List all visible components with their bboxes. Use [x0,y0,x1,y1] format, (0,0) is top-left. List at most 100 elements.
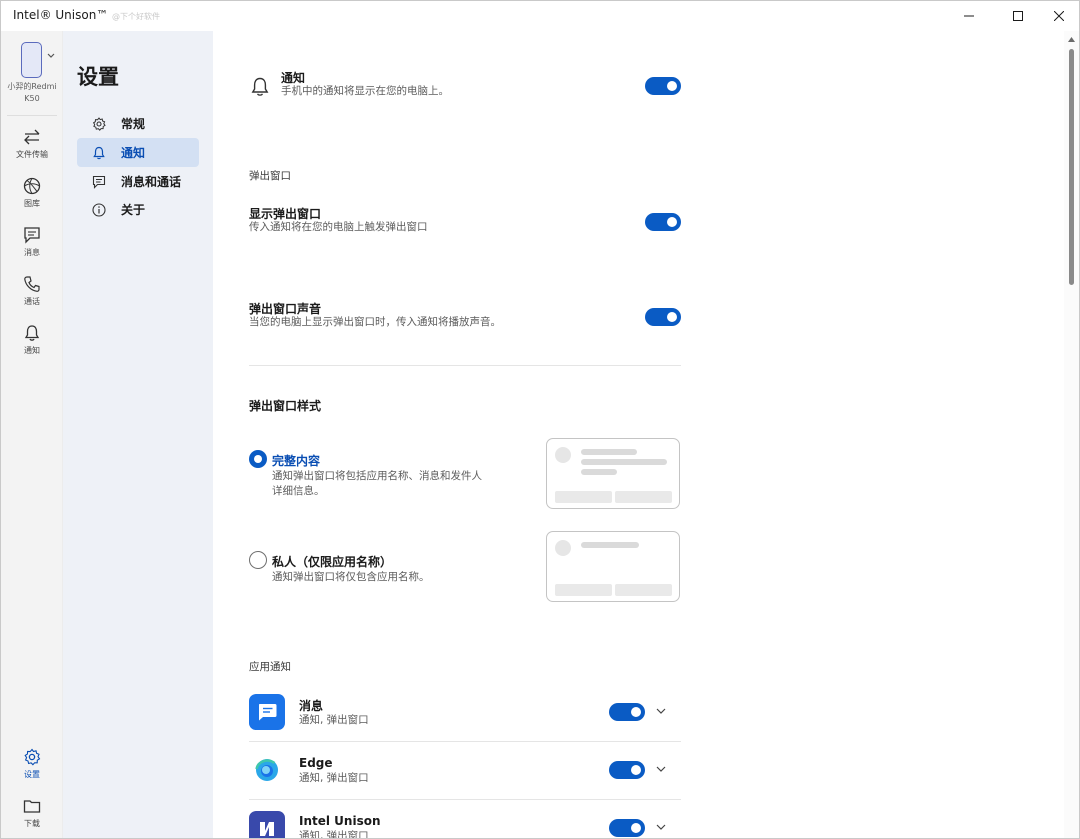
rail-label: 文件传输 [16,150,48,159]
maximize-icon [1013,11,1023,21]
preview-button [555,584,612,596]
rail-label: 通话 [24,297,40,306]
preview-button [615,491,672,503]
nav-item-label: 通知 [121,146,146,160]
minimize-icon [964,15,974,17]
bell-icon [24,325,40,341]
private-desc: 通知弹出窗口将仅包含应用名称。 [272,571,430,583]
rail-label: 下载 [24,819,40,828]
rail-item-transfer[interactable]: 文件传输 [1,128,63,174]
phone-icon [21,42,42,78]
preview-line [581,542,639,548]
app-desc: 通知, 弹出窗口 [299,830,369,839]
preview-line [581,459,667,465]
rail-label: 消息 [24,248,40,257]
app-desc: 通知, 弹出窗口 [299,714,369,726]
chevron-down-icon[interactable] [656,824,666,831]
rail-item-settings[interactable]: 设置 [1,748,63,794]
page-title: 设置 [77,65,119,89]
popup-sound-toggle[interactable] [645,308,681,326]
preview-avatar [555,540,571,556]
rail-item-messages[interactable]: 消息 [1,226,63,272]
popup-section-label: 弹出窗口 [249,170,291,182]
messages-app-icon [249,694,285,730]
section-divider [249,365,681,366]
preview-button [615,584,672,596]
app-divider [249,799,681,800]
private-preview [546,531,680,602]
show-popup-toggle[interactable] [645,213,681,231]
title-bar: Intel® Unison™ @下个好软件 [1,1,1079,31]
info-icon [91,202,107,218]
private-title: 私人（仅限应用名称） [272,555,393,569]
app-name: Edge [299,756,333,770]
preview-button [555,491,612,503]
full-content-title: 完整内容 [272,454,321,468]
full-content-desc-2: 详细信息。 [272,485,325,497]
nav-item-general[interactable]: 常规 [77,109,199,138]
scroll-up-icon[interactable] [1068,37,1075,42]
nav-item-label: 关于 [121,203,146,217]
app-name: 消息 [299,699,324,713]
radio-private[interactable] [249,551,267,569]
edge-app-icon [249,752,285,788]
notify-desc: 手机中的通知将显示在您的电脑上。 [281,85,449,97]
nav-item-about[interactable]: 关于 [77,195,199,224]
app-name: Intel Unison [299,814,381,828]
nav-item-label: 消息和通话 [121,175,182,189]
show-popup-desc: 传入通知将在您的电脑上触发弹出窗口 [249,221,428,233]
rail-item-gallery[interactable]: 图库 [1,177,63,223]
app-toggle-edge[interactable] [609,761,645,779]
minimize-button[interactable] [946,1,992,31]
preview-line [581,469,617,475]
unison-app-icon [249,811,285,838]
radio-full-content[interactable] [249,450,267,468]
app-divider [249,741,681,742]
folder-icon [23,800,41,813]
bell-icon [251,77,269,96]
preview-avatar [555,447,571,463]
close-button[interactable] [1036,1,1079,31]
left-rail: 小羿的Redmi K50 文件传输 图库 消息 通话 通知 设置 下载 [1,31,63,838]
chevron-down-icon[interactable] [656,766,666,773]
phone-call-icon [24,276,40,292]
preview-line [581,449,637,455]
rail-divider [7,115,57,116]
gallery-icon [23,177,41,195]
window-title: Intel® Unison™ [13,8,109,22]
full-content-desc: 通知弹出窗口将包括应用名称、消息和发件人 [272,470,482,482]
rail-label: 图库 [24,199,40,208]
close-icon [1054,11,1064,21]
message-icon [24,227,40,244]
chevron-down-icon [47,53,55,58]
nav-item-label: 常规 [121,117,146,131]
scroll-thumb[interactable] [1069,49,1074,285]
app-toggle-messages[interactable] [609,703,645,721]
watermark: @下个好软件 [112,12,160,21]
settings-content: 通知 手机中的通知将显示在您的电脑上。 弹出窗口 显示弹出窗口 传入通知将在您的… [213,31,1063,839]
gear-icon [24,748,41,766]
gear-icon [91,116,107,132]
nav-item-notifications[interactable]: 通知 [77,138,199,167]
settings-nav: 设置 常规 通知 消息和通话 关于 [63,31,213,838]
bell-icon [91,145,107,161]
chat-icon [91,174,107,190]
maximize-button[interactable] [995,1,1041,31]
full-content-preview [546,438,680,509]
rail-item-calls[interactable]: 通话 [1,275,63,321]
popup-sound-desc: 当您的电脑上显示弹出窗口时，传入通知将播放声音。 [249,316,501,328]
notify-toggle[interactable] [645,77,681,95]
popup-style-title: 弹出窗口样式 [249,399,322,413]
app-desc: 通知, 弹出窗口 [299,772,369,784]
rail-label: 设置 [24,770,40,779]
app-toggle-unison[interactable] [609,819,645,837]
rail-item-notifications[interactable]: 通知 [1,324,63,370]
chevron-down-icon[interactable] [656,708,666,715]
scrollbar[interactable] [1064,31,1079,838]
device-name: 小羿的Redmi K50 [7,82,57,103]
nav-item-messages-calls[interactable]: 消息和通话 [77,167,199,196]
apps-section-label: 应用通知 [249,661,291,673]
rail-item-downloads[interactable]: 下载 [1,797,63,838]
transfer-icon [24,129,40,145]
rail-label: 通知 [24,346,40,355]
